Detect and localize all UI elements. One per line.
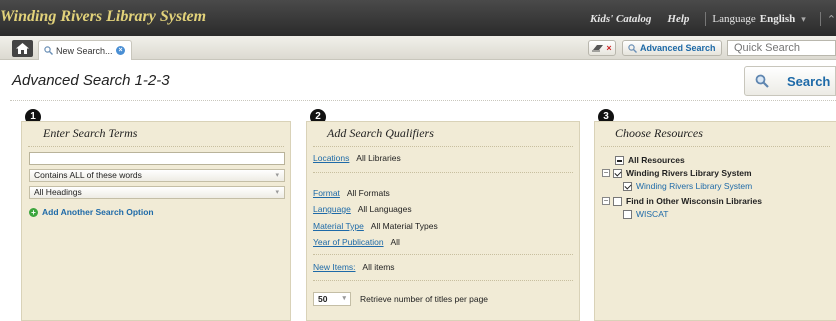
search-icon: [44, 46, 53, 55]
year-link[interactable]: Year of Publication: [313, 237, 384, 247]
resources-panel: Choose Resources All Resources − Winding…: [594, 121, 836, 321]
brand-logo[interactable]: Winding Rivers Library System: [0, 8, 206, 26]
search-field-value: All Headings: [34, 187, 82, 197]
search-field-select[interactable]: All Headings ▾: [29, 186, 285, 199]
add-search-option-button[interactable]: + Add Another Search Option: [29, 207, 154, 217]
group2-checkbox[interactable]: [613, 196, 622, 206]
group1-label: Winding Rivers Library System: [626, 168, 752, 178]
material-type-value: All Material Types: [370, 221, 438, 231]
home-button[interactable]: [12, 40, 33, 57]
clear-search-button[interactable]: ×: [588, 40, 616, 56]
close-icon: ×: [606, 43, 612, 53]
year-value: All: [390, 237, 400, 247]
language-select[interactable]: English: [760, 13, 795, 25]
search-icon: [628, 43, 637, 53]
divider: [10, 100, 836, 101]
tab-strip: New Search... × × Advanced Search: [0, 36, 836, 60]
nav-divider: [819, 12, 821, 26]
language-label: Language: [712, 13, 756, 25]
kids-catalog-link[interactable]: Kids' Catalog: [590, 13, 651, 25]
per-page-label: Retrieve number of titles per page: [360, 294, 489, 304]
home-icon: [16, 43, 29, 54]
group2-item-checkbox[interactable]: [623, 209, 632, 219]
qualifier-new-items: New Items: All items: [313, 262, 395, 272]
chevron-down-icon[interactable]: ▾: [801, 14, 806, 25]
format-value: All Formats: [346, 188, 390, 198]
all-resources-checkbox[interactable]: [615, 155, 624, 165]
qualifier-language: Language All Languages: [313, 204, 412, 214]
language-value: All Languages: [357, 204, 412, 214]
tab-label: New Search...: [56, 45, 113, 56]
qualifier-format: Format All Formats: [313, 188, 390, 198]
divider: [313, 146, 573, 147]
resource-group-2: − Find in Other Wisconsin Libraries: [602, 196, 762, 206]
divider: [313, 280, 573, 281]
locations-value: All Libraries: [356, 153, 401, 163]
more-icon[interactable]: ⌃: [827, 13, 836, 26]
panel-title: Add Search Qualifiers: [327, 126, 434, 140]
search-terms-panel: Enter Search Terms Contains ALL of these…: [21, 121, 291, 321]
per-page-select[interactable]: 50 ▾: [313, 292, 351, 306]
divider: [601, 146, 830, 147]
group2-label: Find in Other Wisconsin Libraries: [626, 196, 762, 206]
panel-title: Enter Search Terms: [43, 126, 138, 140]
match-type-value: Contains ALL of these words: [34, 170, 142, 180]
resource-item-2: WISCAT: [623, 209, 668, 219]
new-items-link[interactable]: New Items:: [313, 262, 356, 272]
top-bar: Winding Rivers Library System Kids' Cata…: [0, 0, 836, 36]
search-icon: [755, 74, 769, 88]
collapse-icon[interactable]: −: [602, 197, 610, 205]
search-button-label: Search: [787, 73, 831, 89]
eraser-icon: [592, 45, 604, 52]
locations-link[interactable]: Locations: [313, 153, 349, 163]
per-page-value: 50: [318, 294, 328, 304]
divider: [28, 146, 284, 147]
panel-title: Choose Resources: [615, 126, 703, 140]
plus-icon: +: [29, 207, 38, 217]
tab-new-search[interactable]: New Search... ×: [38, 40, 132, 60]
divider: [313, 172, 573, 173]
qualifier-material-type: Material Type All Material Types: [313, 221, 438, 231]
chevron-down-icon: ▾: [275, 189, 279, 196]
search-terms-input[interactable]: [29, 152, 285, 165]
search-button[interactable]: Search: [744, 66, 836, 96]
resource-item-1: Winding Rivers Library System: [623, 181, 752, 191]
resource-group-1: − Winding Rivers Library System: [602, 168, 752, 178]
qualifier-year: Year of Publication All: [313, 237, 400, 247]
new-items-value: All items: [362, 262, 395, 272]
resource-all: All Resources: [615, 155, 685, 165]
match-type-select[interactable]: Contains ALL of these words ▾: [29, 169, 285, 182]
group1-item-checkbox[interactable]: [623, 181, 632, 191]
help-link[interactable]: Help: [667, 13, 689, 25]
group1-item-label: Winding Rivers Library System: [636, 181, 753, 191]
language-link[interactable]: Language: [313, 204, 351, 214]
search-qualifiers-panel: Add Search Qualifiers Locations All Libr…: [306, 121, 580, 321]
nav-divider: [705, 12, 707, 26]
advanced-search-button[interactable]: Advanced Search: [622, 40, 722, 56]
quick-search-input[interactable]: [727, 40, 836, 56]
collapse-icon[interactable]: −: [602, 169, 610, 177]
close-icon[interactable]: ×: [116, 46, 125, 55]
top-nav: Kids' Catalog Help Language English ▾ ⌃: [590, 11, 836, 27]
material-type-link[interactable]: Material Type: [313, 221, 364, 231]
group1-checkbox[interactable]: [613, 168, 622, 178]
format-link[interactable]: Format: [313, 188, 340, 198]
all-resources-label: All Resources: [628, 155, 685, 165]
chevron-down-icon: ▾: [275, 172, 279, 179]
divider: [313, 254, 573, 255]
qualifier-locations: Locations All Libraries: [313, 153, 401, 163]
group2-item-label: WISCAT: [636, 209, 669, 219]
page-title: Advanced Search 1-2-3: [12, 72, 170, 89]
chevron-down-icon: ▾: [342, 295, 346, 302]
advanced-search-label: Advanced Search: [640, 43, 716, 53]
add-search-option-label: Add Another Search Option: [42, 207, 154, 217]
